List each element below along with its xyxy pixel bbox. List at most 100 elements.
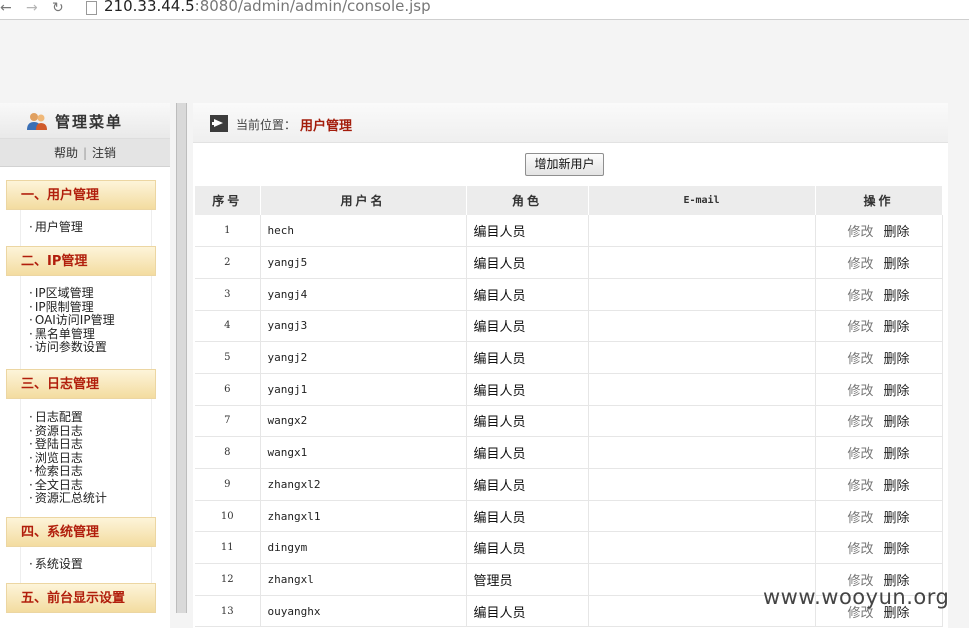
menu-item-login-log[interactable]: 登陆日志 bbox=[29, 437, 151, 452]
edit-link[interactable]: 修改 bbox=[847, 257, 873, 272]
menu-item-fulltext-log[interactable]: 全文日志 bbox=[29, 478, 151, 493]
cell-email bbox=[588, 500, 816, 533]
delete-link[interactable]: 删除 bbox=[884, 225, 910, 240]
cell-role: 编目人员 bbox=[466, 468, 589, 501]
menu-header: 管理菜单 bbox=[0, 103, 170, 139]
menu-title: 管理菜单 bbox=[55, 113, 124, 131]
edit-link[interactable]: 修改 bbox=[847, 384, 873, 399]
cell-role: 编目人员 bbox=[466, 246, 589, 279]
cell-email bbox=[588, 468, 816, 501]
link-separator: | bbox=[82, 146, 88, 160]
cell-email bbox=[588, 310, 816, 343]
menu-item-resource-log[interactable]: 资源日志 bbox=[29, 424, 151, 439]
table-row: 9 zhangxl2 编目人员 修改 删除 bbox=[195, 468, 943, 501]
cell-role: 编目人员 bbox=[466, 500, 589, 533]
browser-address-bar: ← → ↻ 210.33.44.5:8080/admin/admin/conso… bbox=[0, 0, 969, 20]
cell-username: dingym bbox=[260, 531, 467, 565]
help-link[interactable]: 帮助 bbox=[54, 146, 78, 160]
edit-link[interactable]: 修改 bbox=[847, 479, 873, 494]
delete-link[interactable]: 删除 bbox=[884, 352, 910, 367]
menu-item-oai-ip[interactable]: OAI访问IP管理 bbox=[29, 313, 151, 328]
section-system-management-items: 系统设置 bbox=[20, 547, 152, 583]
delete-link[interactable]: 删除 bbox=[884, 384, 910, 399]
menu-item-browse-log[interactable]: 浏览日志 bbox=[29, 451, 151, 466]
cell-username: yangj1 bbox=[260, 373, 467, 406]
section-system-management[interactable]: 四、系统管理 bbox=[6, 517, 156, 547]
cell-seq: 4 bbox=[195, 310, 261, 343]
url-field[interactable]: 210.33.44.5:8080/admin/admin/console.jsp bbox=[104, 0, 431, 15]
cell-actions: 修改 删除 bbox=[815, 468, 943, 501]
menu-item-user-management[interactable]: 用户管理 bbox=[29, 220, 151, 235]
delete-link[interactable]: 删除 bbox=[884, 479, 910, 494]
delete-link[interactable]: 删除 bbox=[884, 320, 910, 335]
header-seq: 序号 bbox=[195, 186, 261, 215]
table-row: 4 yangj3 编目人员 修改 删除 bbox=[195, 310, 943, 343]
table-row: 6 yangj1 编目人员 修改 删除 bbox=[195, 373, 943, 406]
cell-email bbox=[588, 215, 816, 248]
frame-splitter[interactable] bbox=[176, 103, 187, 613]
page-icon bbox=[86, 1, 97, 15]
cell-actions: 修改 删除 bbox=[815, 215, 943, 248]
delete-link[interactable]: 删除 bbox=[884, 542, 910, 557]
toolbar: 增加新用户 bbox=[193, 143, 948, 186]
breadcrumb-current: 用户管理 bbox=[300, 119, 353, 134]
delete-link[interactable]: 删除 bbox=[884, 257, 910, 272]
section-user-management[interactable]: 一、用户管理 bbox=[6, 180, 156, 210]
cell-actions: 修改 删除 bbox=[815, 310, 943, 343]
edit-link[interactable]: 修改 bbox=[847, 415, 873, 430]
users-icon bbox=[27, 113, 47, 130]
edit-link[interactable]: 修改 bbox=[847, 352, 873, 367]
table-row: 11 dingym 编目人员 修改 删除 bbox=[195, 531, 943, 565]
cell-seq: 13 bbox=[195, 595, 261, 628]
edit-link[interactable]: 修改 bbox=[847, 320, 873, 335]
edit-link[interactable]: 修改 bbox=[847, 542, 873, 557]
cell-seq: 5 bbox=[195, 341, 261, 374]
header-actions: 操作 bbox=[815, 186, 943, 215]
delete-link[interactable]: 删除 bbox=[884, 415, 910, 430]
cell-username: zhangxl2 bbox=[260, 468, 467, 501]
cell-actions: 修改 删除 bbox=[815, 405, 943, 438]
table-row: 2 yangj5 编目人员 修改 删除 bbox=[195, 246, 943, 279]
cell-role: 编目人员 bbox=[466, 373, 589, 406]
edit-link[interactable]: 修改 bbox=[847, 447, 873, 462]
arrow-right-icon bbox=[210, 115, 228, 132]
cell-actions: 修改 删除 bbox=[815, 278, 943, 311]
menu-item-ip-limit[interactable]: IP限制管理 bbox=[29, 300, 151, 315]
cell-role: 编目人员 bbox=[466, 215, 589, 248]
table-row: 3 yangj4 编目人员 修改 删除 bbox=[195, 278, 943, 311]
cell-role: 编目人员 bbox=[466, 595, 589, 628]
delete-link[interactable]: 删除 bbox=[884, 289, 910, 304]
section-ip-management[interactable]: 二、IP管理 bbox=[6, 246, 156, 276]
logout-link[interactable]: 注销 bbox=[92, 146, 116, 160]
table-body: 1 hech 编目人员 修改 删除 2 yangj5 编目人员 修改 删除 3 yangj4 编目人员修… bbox=[195, 215, 943, 628]
cell-email bbox=[588, 278, 816, 311]
cell-username: wangx1 bbox=[260, 436, 467, 469]
menu-item-resource-stats[interactable]: 资源汇总统计 bbox=[29, 491, 151, 506]
cell-email bbox=[588, 341, 816, 374]
main-content: 当前位置： 用户管理 增加新用户 序号 用户名 角色 E-mail 操作 1 he… bbox=[193, 103, 948, 628]
menu-item-blacklist[interactable]: 黑名单管理 bbox=[29, 327, 151, 342]
section-log-management[interactable]: 三、日志管理 bbox=[6, 369, 156, 399]
add-user-button[interactable]: 增加新用户 bbox=[525, 153, 604, 176]
edit-link[interactable]: 修改 bbox=[847, 511, 873, 526]
menu-item-log-config[interactable]: 日志配置 bbox=[29, 410, 151, 425]
table-row: 10 zhangxl1 编目人员 修改 删除 bbox=[195, 500, 943, 533]
section-frontend-display[interactable]: 五、前台显示设置 bbox=[6, 583, 156, 613]
url-host: 210.33.44.5 bbox=[104, 0, 195, 15]
forward-arrow-icon[interactable]: → bbox=[26, 0, 38, 16]
cell-actions: 修改 删除 bbox=[815, 531, 943, 565]
reload-icon[interactable]: ↻ bbox=[52, 0, 64, 16]
edit-link[interactable]: 修改 bbox=[847, 225, 873, 240]
delete-link[interactable]: 删除 bbox=[884, 447, 910, 462]
menu-item-system-settings[interactable]: 系统设置 bbox=[29, 557, 151, 572]
back-arrow-icon[interactable]: ← bbox=[0, 0, 12, 16]
cell-actions: 修改 删除 bbox=[815, 373, 943, 406]
table-row: 1 hech 编目人员 修改 删除 bbox=[195, 215, 943, 248]
cell-username: yangj5 bbox=[260, 246, 467, 279]
delete-link[interactable]: 删除 bbox=[884, 511, 910, 526]
menu-item-search-log[interactable]: 检索日志 bbox=[29, 464, 151, 479]
edit-link[interactable]: 修改 bbox=[847, 289, 873, 304]
cell-seq: 6 bbox=[195, 373, 261, 406]
menu-item-ip-region[interactable]: IP区域管理 bbox=[29, 286, 151, 301]
menu-item-access-params[interactable]: 访问参数设置 bbox=[29, 340, 151, 355]
